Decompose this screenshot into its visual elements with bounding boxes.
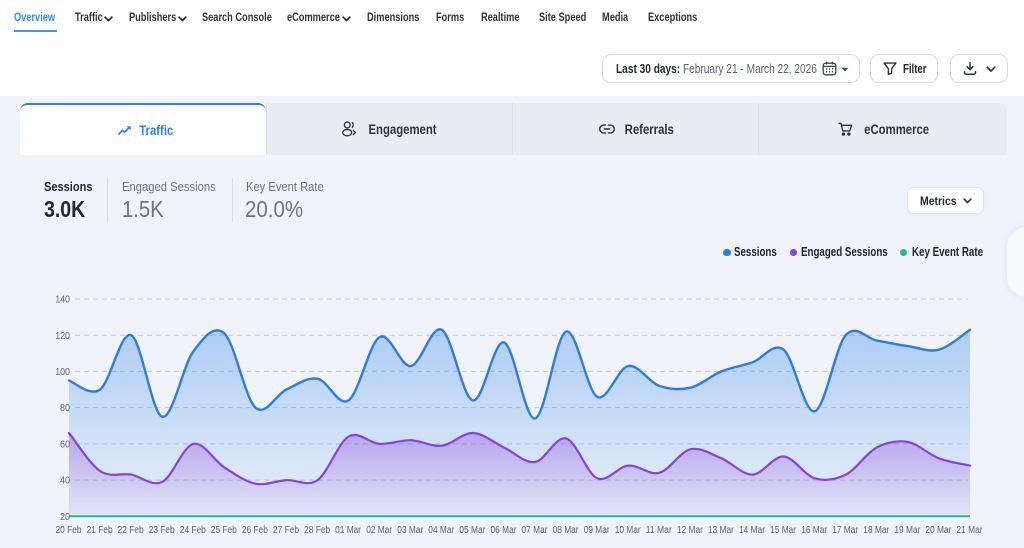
- svg-text:40: 40: [60, 476, 70, 487]
- svg-text:27 Feb: 27 Feb: [273, 525, 299, 536]
- svg-text:09 Mar: 09 Mar: [584, 525, 611, 536]
- svg-text:28 Feb: 28 Feb: [304, 525, 330, 536]
- svg-text:05 Mar: 05 Mar: [459, 525, 486, 536]
- svg-text:19 Mar: 19 Mar: [894, 525, 921, 536]
- svg-text:16 Mar: 16 Mar: [801, 525, 828, 536]
- svg-text:20 Feb: 20 Feb: [56, 525, 82, 536]
- svg-text:04 Mar: 04 Mar: [428, 525, 455, 536]
- svg-text:20 Mar: 20 Mar: [925, 525, 952, 536]
- svg-text:14 Mar: 14 Mar: [739, 525, 766, 536]
- svg-text:01 Mar: 01 Mar: [335, 525, 362, 536]
- svg-text:80: 80: [60, 403, 70, 414]
- svg-text:13 Mar: 13 Mar: [708, 525, 735, 536]
- svg-text:07 Mar: 07 Mar: [522, 525, 549, 536]
- svg-text:25 Feb: 25 Feb: [211, 525, 237, 536]
- svg-text:06 Mar: 06 Mar: [491, 525, 518, 536]
- svg-text:140: 140: [55, 295, 70, 306]
- svg-text:100: 100: [55, 367, 70, 378]
- svg-text:23 Feb: 23 Feb: [149, 525, 175, 536]
- svg-text:11 Mar: 11 Mar: [646, 525, 673, 536]
- svg-text:18 Mar: 18 Mar: [863, 525, 890, 536]
- svg-text:22 Feb: 22 Feb: [118, 525, 144, 536]
- svg-text:26 Feb: 26 Feb: [242, 525, 268, 536]
- svg-text:10 Mar: 10 Mar: [615, 525, 642, 536]
- svg-text:03 Mar: 03 Mar: [397, 525, 424, 536]
- svg-text:02 Mar: 02 Mar: [366, 525, 393, 536]
- svg-text:20: 20: [60, 512, 70, 523]
- svg-text:60: 60: [60, 440, 70, 451]
- svg-text:24 Feb: 24 Feb: [180, 525, 206, 536]
- svg-text:120: 120: [55, 331, 70, 342]
- svg-text:17 Mar: 17 Mar: [832, 525, 859, 536]
- svg-text:15 Mar: 15 Mar: [770, 525, 797, 536]
- svg-text:21 Feb: 21 Feb: [87, 525, 113, 536]
- svg-text:21 Mar: 21 Mar: [957, 525, 984, 536]
- svg-text:08 Mar: 08 Mar: [553, 525, 580, 536]
- svg-text:12 Mar: 12 Mar: [677, 525, 704, 536]
